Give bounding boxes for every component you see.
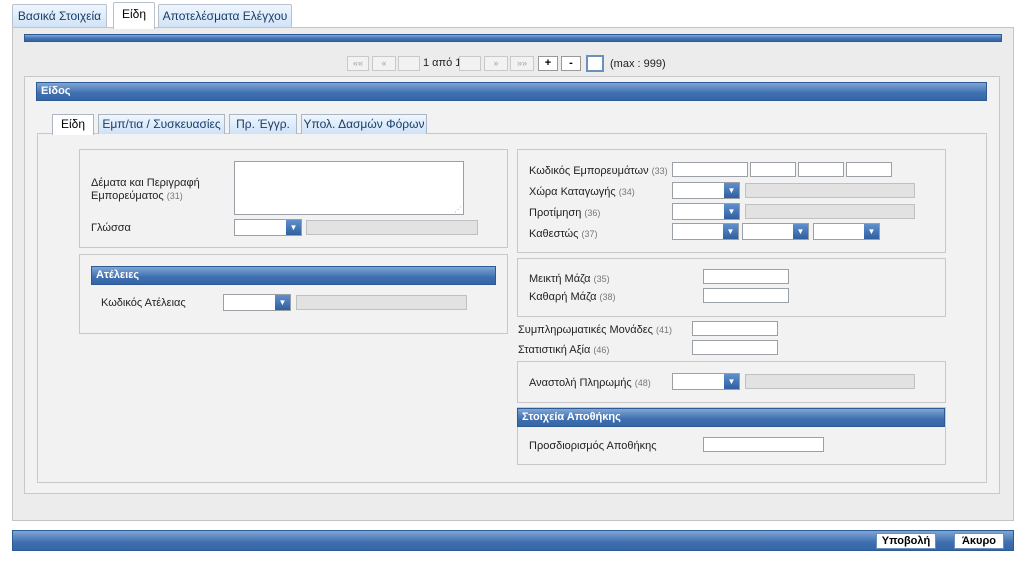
stat-value-input[interactable]	[692, 340, 778, 355]
language-label: Γλώσσα	[91, 222, 131, 234]
preference-label: Προτίμηση (36)	[529, 207, 601, 219]
commodity-code-input-3[interactable]	[798, 162, 844, 177]
pager-count-input[interactable]	[586, 55, 604, 72]
net-mass-label: Καθαρή Μάζα (38)	[529, 291, 616, 303]
regime-select-2[interactable]: ▼	[742, 223, 809, 240]
description-textarea[interactable]: ⋰	[234, 161, 464, 215]
warehouse-id-label: Προσδιορισμός Αποθήκης	[529, 440, 657, 452]
gross-mass-input[interactable]	[703, 269, 789, 284]
tab-basic-data[interactable]: Βασικά Στοιχεία	[12, 4, 107, 28]
pager-prev-button[interactable]: «	[372, 56, 396, 71]
payment-suspension-readonly	[745, 374, 915, 389]
preference-readonly	[745, 204, 915, 219]
commodity-code-input-2[interactable]	[750, 162, 796, 177]
item-section-header: Είδος	[36, 82, 987, 101]
subtab-items[interactable]: Είδη	[52, 114, 94, 135]
supp-units-label: Συμπληρωματικές Μονάδες (41)	[518, 324, 672, 336]
regime-select-1[interactable]: ▼	[672, 223, 739, 240]
exemptions-header: Ατέλειες	[91, 266, 496, 285]
pager-last-button[interactable]: »»	[510, 56, 534, 71]
tab-control-results[interactable]: Αποτελέσματα Ελέγχου	[158, 4, 292, 28]
language-readonly	[306, 220, 478, 235]
commodity-code-input-1[interactable]	[672, 162, 748, 177]
chevron-down-icon: ▼	[864, 224, 879, 239]
payment-suspension-label: Αναστολή Πληρωμής (48)	[529, 377, 651, 389]
subtab-duties-calc[interactable]: Υπολ. Δασμών Φόρων	[301, 114, 427, 134]
submit-button[interactable]: Υποβολή	[876, 533, 936, 549]
commodity-code-input-4[interactable]	[846, 162, 892, 177]
pager-blank-left	[398, 56, 420, 71]
origin-select[interactable]: ▼	[672, 182, 740, 199]
top-blue-bar	[24, 34, 1002, 42]
cancel-button[interactable]: Άκυρο	[954, 533, 1004, 549]
chevron-down-icon: ▼	[724, 374, 739, 389]
stat-value-label: Στατιστική Αξία (46)	[518, 344, 610, 356]
warehouse-id-input[interactable]	[703, 437, 824, 452]
origin-label: Χώρα Καταγωγής (34)	[529, 186, 635, 198]
chevron-down-icon: ▼	[793, 224, 808, 239]
supp-units-input[interactable]	[692, 321, 778, 336]
description-label-2: Εμπορεύματος (31)	[91, 190, 183, 202]
subtab-goods-packaging[interactable]: Εμπ/τια / Συσκευασίες	[98, 114, 225, 134]
exemption-code-select[interactable]: ▼	[223, 294, 291, 311]
chevron-down-icon: ▼	[723, 224, 738, 239]
gross-mass-label: Μεικτή Μάζα (35)	[529, 273, 610, 285]
chevron-down-icon: ▼	[275, 295, 290, 310]
pager-first-button[interactable]: ««	[347, 56, 369, 71]
pager-remove-button[interactable]: -	[561, 56, 581, 71]
commodity-code-label: Κωδικός Εμπορευμάτων (33)	[529, 165, 668, 177]
payment-suspension-select[interactable]: ▼	[672, 373, 740, 390]
pager-add-button[interactable]: +	[538, 56, 558, 71]
regime-select-3[interactable]: ▼	[813, 223, 880, 240]
chevron-down-icon: ▼	[724, 183, 739, 198]
regime-label: Καθεστώς (37)	[529, 228, 598, 240]
language-select[interactable]: ▼	[234, 219, 302, 236]
footer-bar	[12, 530, 1014, 551]
subtab-documents[interactable]: Πρ. Έγγρ.	[229, 114, 297, 134]
pager-max-text: (max : 999)	[610, 58, 666, 70]
origin-readonly	[745, 183, 915, 198]
chevron-down-icon: ▼	[286, 220, 301, 235]
tab-items[interactable]: Είδη	[113, 2, 155, 29]
pager-blank-right	[459, 56, 481, 71]
net-mass-input[interactable]	[703, 288, 789, 303]
pager-next-button[interactable]: »	[484, 56, 508, 71]
exemption-code-readonly	[296, 295, 467, 310]
description-label: Δέματα και Περιγραφή	[91, 177, 200, 189]
chevron-down-icon: ▼	[724, 204, 739, 219]
preference-select[interactable]: ▼	[672, 203, 740, 220]
warehouse-header: Στοιχεία Αποθήκης	[517, 408, 945, 427]
pager-page-text: 1 από 1	[423, 57, 462, 69]
exemption-code-label: Κωδικός Ατέλειας	[101, 297, 186, 309]
